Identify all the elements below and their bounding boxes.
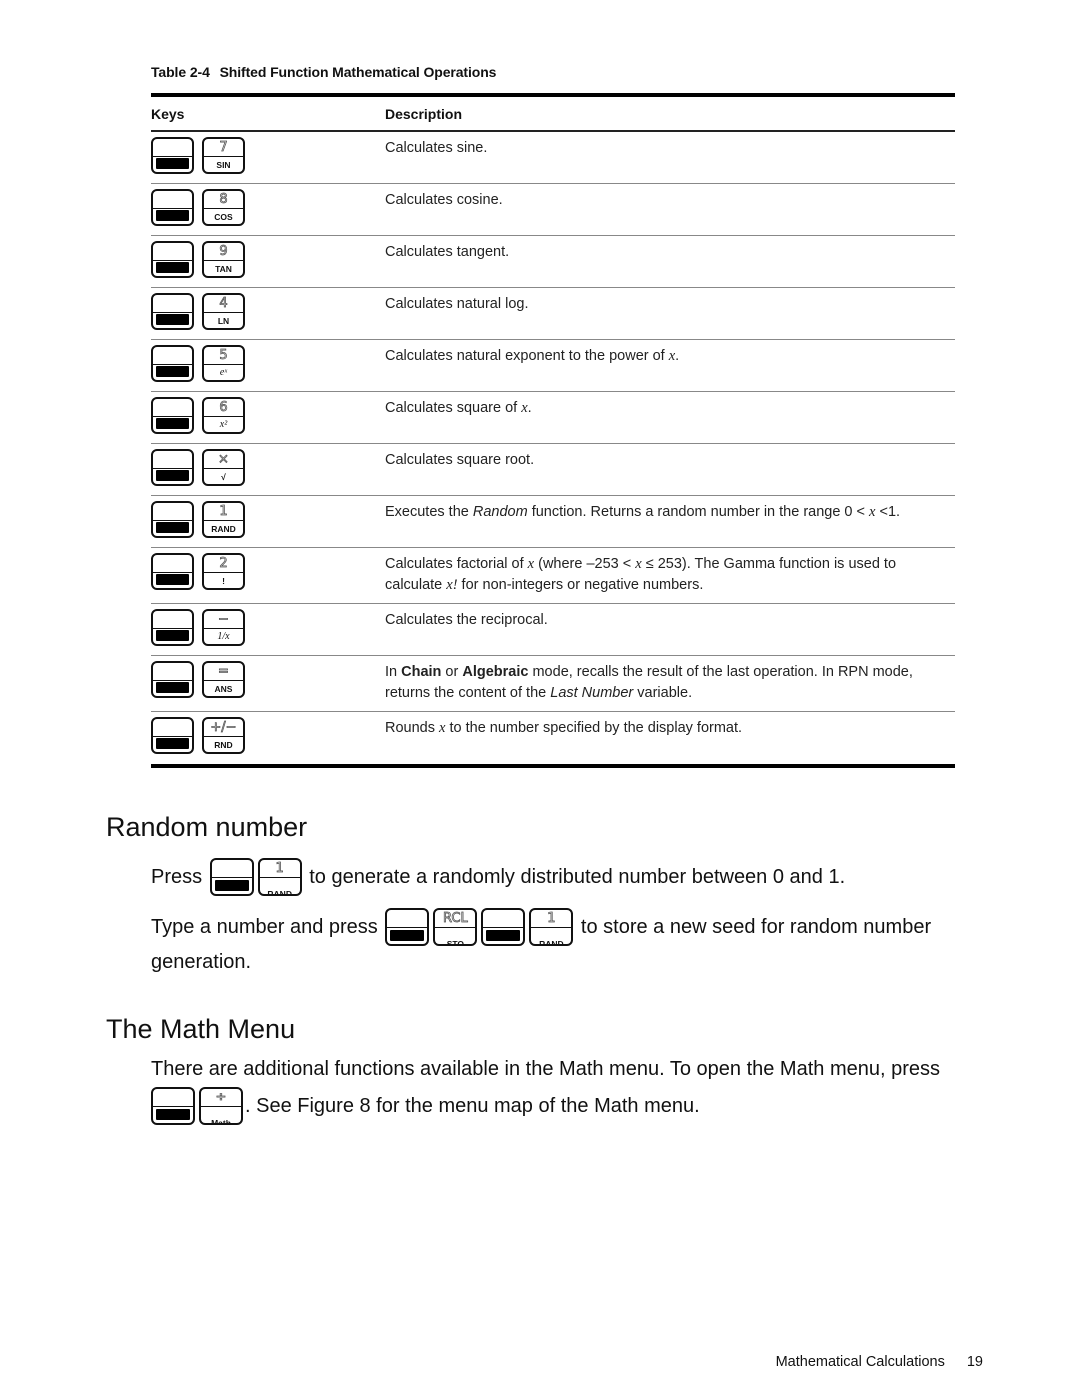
function-key-icon: −1/x bbox=[202, 609, 245, 646]
shift-key-icon bbox=[151, 1087, 195, 1125]
row-description: Calculates sine. bbox=[385, 140, 488, 156]
table-row: −1/x Calculates the reciprocal. bbox=[151, 604, 955, 656]
table-row: 9 TAN Calculates tangent. bbox=[151, 236, 955, 288]
table-header: Keys Description bbox=[151, 97, 955, 132]
table-row: 6 x² Calculates square of x. bbox=[151, 392, 955, 444]
shift-key-icon bbox=[209, 858, 254, 896]
press-text: Press bbox=[151, 866, 203, 888]
function-key-icon: = ANS bbox=[202, 661, 245, 698]
shift-key-icon bbox=[151, 449, 194, 486]
shift-key-icon bbox=[151, 553, 194, 590]
shift-key-icon bbox=[151, 293, 194, 330]
random-line2-text: to store a new seed for random number bbox=[580, 916, 932, 938]
row-keys: 5 eˣ bbox=[151, 340, 385, 391]
table-row: 5 eˣ Calculates natural exponent to the po… bbox=[151, 340, 955, 392]
math-key-icon: ÷ Math bbox=[199, 1087, 243, 1125]
row-keys: 7 SIN bbox=[151, 132, 385, 183]
row-keys: 9 TAN bbox=[151, 236, 385, 287]
shift-key-icon bbox=[151, 345, 194, 382]
table-number: Table 2-4 bbox=[151, 64, 210, 80]
function-key-icon: 7 SIN bbox=[202, 137, 245, 174]
rand-key-icon: 1 RAND bbox=[529, 908, 574, 946]
page-footer: Mathematical Calculations 19 bbox=[776, 1354, 983, 1370]
row-description: Calculates square of x. bbox=[385, 400, 532, 416]
row-keys: −1/x bbox=[151, 604, 385, 655]
function-key-icon: 4 LN bbox=[202, 293, 245, 330]
random-paragraph-2: Type a number and press RCL STO 1 RAND to … bbox=[151, 908, 931, 978]
row-description: Calculates tangent. bbox=[385, 244, 510, 260]
random-paragraph-1: Press 1 RAND to generate a randomly distr… bbox=[151, 858, 845, 896]
math-line1-text: There are additional functions available… bbox=[151, 1058, 940, 1080]
math-paragraph: There are additional functions available… bbox=[151, 1053, 940, 1125]
table-caption: Table 2-4 Shifted Function Mathematical … bbox=[151, 64, 496, 80]
row-keys: +/− RND bbox=[151, 712, 385, 764]
table-body: 7 SIN Calculates sine. 8 COS Calculates cosin… bbox=[151, 132, 955, 768]
function-key-icon: 1 RAND bbox=[202, 501, 245, 538]
row-description: Calculates factorial of x (where –253 < … bbox=[385, 556, 897, 593]
table-row: 8 COS Calculates cosine. bbox=[151, 184, 955, 236]
function-key-icon: +/− RND bbox=[202, 717, 245, 754]
function-key-icon: 2! bbox=[202, 553, 245, 590]
shift-key-icon bbox=[481, 908, 526, 946]
table-row: × √ Calculates square root. bbox=[151, 444, 955, 496]
row-description: Rounds x to the number specified by the … bbox=[385, 720, 743, 736]
function-key-icon: 8 COS bbox=[202, 189, 245, 226]
shift-key-icon bbox=[151, 717, 194, 754]
table-row: +/− RND Rounds x to the number specified b… bbox=[151, 712, 955, 768]
table-row: 1 RAND Executes the Random function. Retur… bbox=[151, 496, 955, 548]
row-keys: 4 LN bbox=[151, 288, 385, 339]
page-number: 19 bbox=[966, 1354, 983, 1370]
shift-key-icon bbox=[151, 609, 194, 646]
function-key-icon: 6 x² bbox=[202, 397, 245, 434]
row-keys: 6 x² bbox=[151, 392, 385, 443]
table-title: Shifted Function Mathematical Operations bbox=[219, 64, 497, 80]
footer-section: Mathematical Calculations bbox=[775, 1354, 945, 1370]
shift-key-icon bbox=[151, 189, 194, 226]
shifted-function-table: Keys Description 7 SIN Calculates sine. 8 CO… bbox=[151, 93, 955, 768]
table-row: 7 SIN Calculates sine. bbox=[151, 132, 955, 184]
row-keys: 2! bbox=[151, 548, 385, 603]
row-description: Calculates the reciprocal. bbox=[385, 612, 548, 628]
table-row: = ANS In Chain or Algebraic mode, recalls … bbox=[151, 656, 955, 712]
section-title-random-number: Random number bbox=[106, 812, 308, 842]
function-key-icon: × √ bbox=[202, 449, 245, 486]
shift-key-icon bbox=[385, 908, 430, 946]
sto-key-icon: RCL STO bbox=[433, 908, 478, 946]
shift-key-icon bbox=[151, 397, 194, 434]
row-description: Executes the Random function. Returns a … bbox=[385, 504, 901, 520]
math-line2-text: . See Figure 8 for the menu map of the M… bbox=[245, 1095, 700, 1117]
rand-key-icon: 1 RAND bbox=[257, 858, 302, 896]
row-description: Calculates cosine. bbox=[385, 192, 503, 208]
type-number-text: Type a number and press bbox=[151, 916, 378, 938]
row-keys: 8 COS bbox=[151, 184, 385, 235]
row-description: Calculates natural exponent to the power… bbox=[385, 348, 680, 364]
function-key-icon: 5 eˣ bbox=[202, 345, 245, 382]
section-title-math-menu: The Math Menu bbox=[106, 1014, 296, 1044]
shift-key-icon bbox=[151, 137, 194, 174]
shift-key-icon bbox=[151, 661, 194, 698]
row-keys: = ANS bbox=[151, 656, 385, 711]
table-row: 2! Calculates factorial of x (where –253 … bbox=[151, 548, 955, 604]
shift-key-icon bbox=[151, 241, 194, 278]
random-line2-cont: generation. bbox=[151, 951, 252, 973]
header-description: Description bbox=[385, 105, 463, 122]
random-line1-text: to generate a randomly distributed numbe… bbox=[309, 866, 846, 888]
table-row: 4 LN Calculates natural log. bbox=[151, 288, 955, 340]
function-key-icon: 9 TAN bbox=[202, 241, 245, 278]
row-keys: × √ bbox=[151, 444, 385, 495]
row-description: Calculates square root. bbox=[385, 452, 535, 468]
row-keys: 1 RAND bbox=[151, 496, 385, 547]
row-description: In Chain or Algebraic mode, recalls the … bbox=[385, 664, 913, 701]
shift-key-icon bbox=[151, 501, 194, 538]
row-description: Calculates natural log. bbox=[385, 296, 529, 312]
header-keys: Keys bbox=[151, 105, 185, 122]
